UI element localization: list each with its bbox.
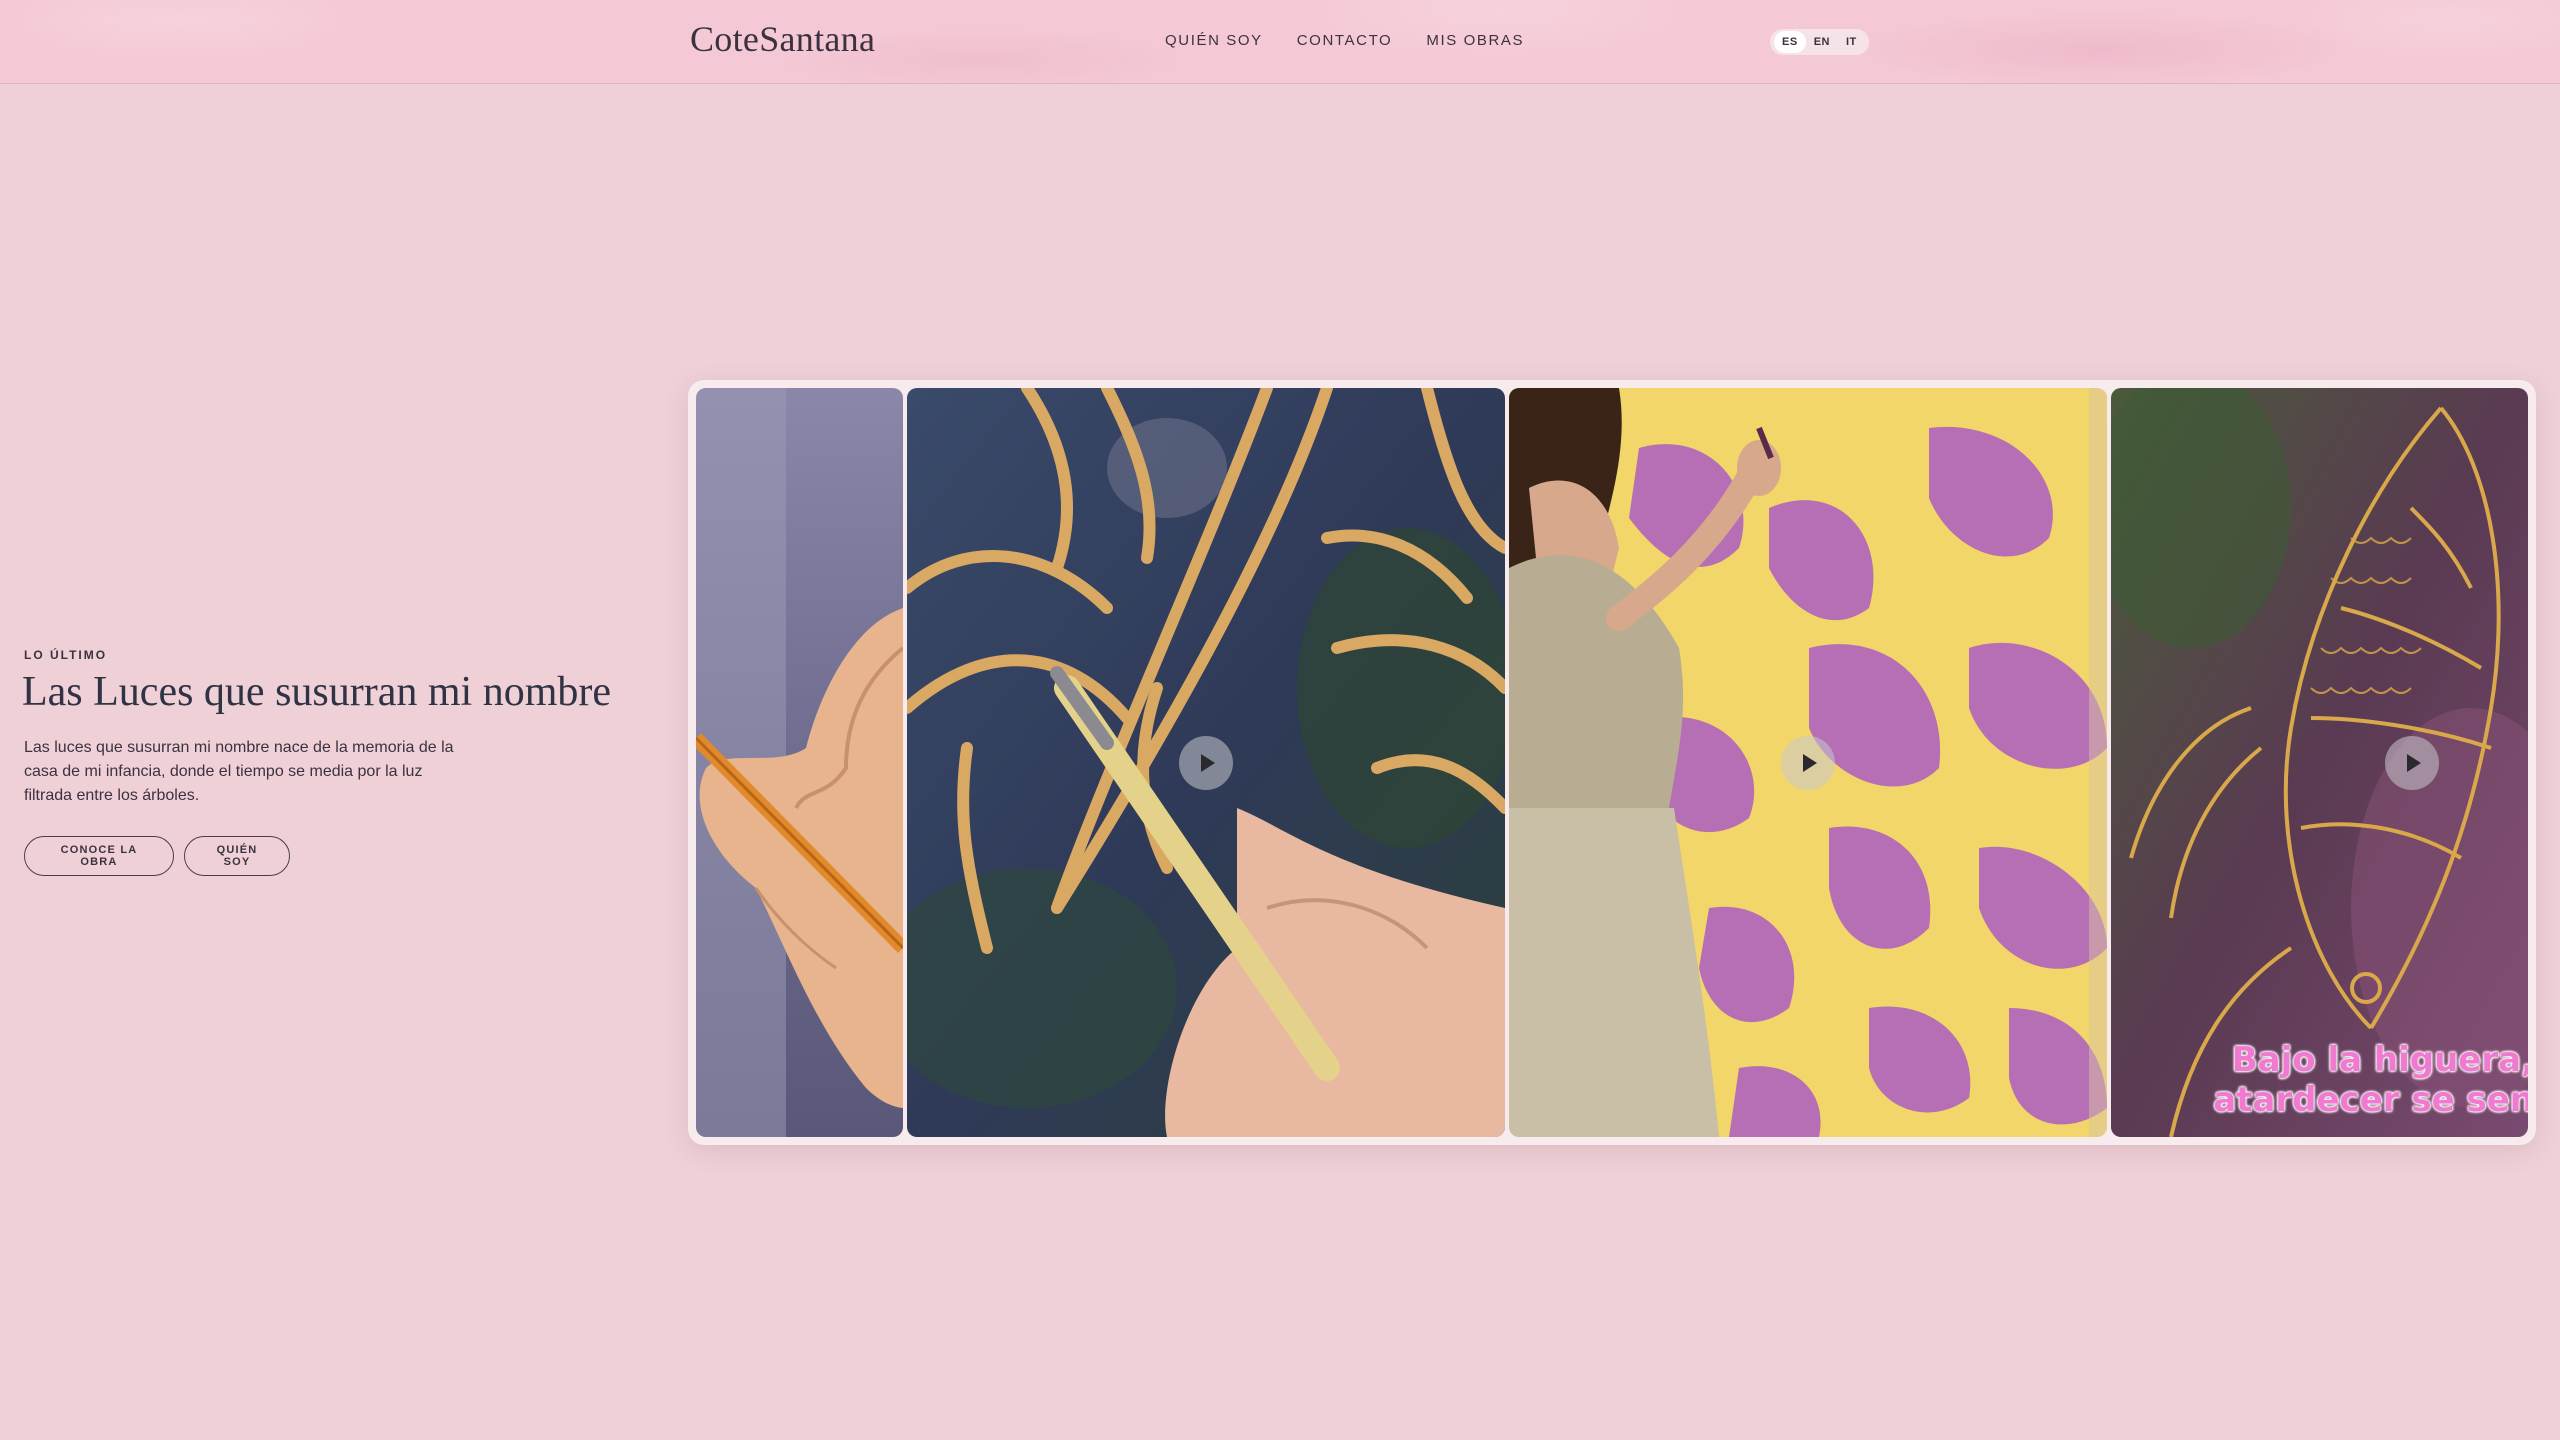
lang-en-button[interactable]: EN bbox=[1806, 31, 1838, 53]
main-nav: QUIÉN SOY CONTACTO MIS OBRAS bbox=[1165, 32, 1524, 49]
video-thumbnail-mural-painting[interactable] bbox=[1509, 388, 2107, 1137]
koi-fish-image bbox=[2111, 388, 2528, 1137]
play-button[interactable] bbox=[1781, 736, 1835, 790]
conoce-la-obra-button[interactable]: CONOCE LA OBRA bbox=[24, 836, 174, 876]
lang-it-button[interactable]: IT bbox=[1838, 31, 1865, 53]
quien-soy-button[interactable]: QUIÉN SOY bbox=[184, 836, 290, 876]
nav-link-quien-soy[interactable]: QUIÉN SOY bbox=[1165, 32, 1263, 49]
video-caption-line-2: atardecer se sen bbox=[2213, 1080, 2528, 1120]
video-caption-line-1: Bajo la higuera, bbox=[2231, 1040, 2528, 1080]
language-switcher: ES EN IT bbox=[1770, 29, 1869, 55]
nav-link-mis-obras[interactable]: MIS OBRAS bbox=[1426, 32, 1524, 49]
hand-pencil-image bbox=[696, 388, 903, 1137]
hero-eyebrow: LO ÚLTIMO bbox=[24, 648, 108, 662]
hero-description: Las luces que susurran mi nombre nace de… bbox=[24, 739, 454, 804]
play-button[interactable] bbox=[2385, 736, 2439, 790]
play-button[interactable] bbox=[1179, 736, 1233, 790]
nav-link-contacto[interactable]: CONTACTO bbox=[1297, 32, 1393, 49]
video-thumbnail-koi-fish[interactable]: Bajo la higuera, atardecer se sen bbox=[2111, 388, 2528, 1137]
video-gallery: Bajo la higuera, atardecer se sen bbox=[688, 380, 2536, 1145]
lang-es-button[interactable]: ES bbox=[1774, 31, 1806, 53]
site-logo[interactable]: CoteSantana bbox=[690, 18, 875, 60]
site-header: CoteSantana QUIÉN SOY CONTACTO MIS OBRAS… bbox=[0, 0, 2560, 84]
video-thumbnail-hand-pencil[interactable] bbox=[696, 388, 903, 1137]
video-thumbnail-painting-leaf[interactable] bbox=[907, 388, 1505, 1137]
hero-title: Las Luces que susurran mi nombre bbox=[22, 669, 612, 715]
